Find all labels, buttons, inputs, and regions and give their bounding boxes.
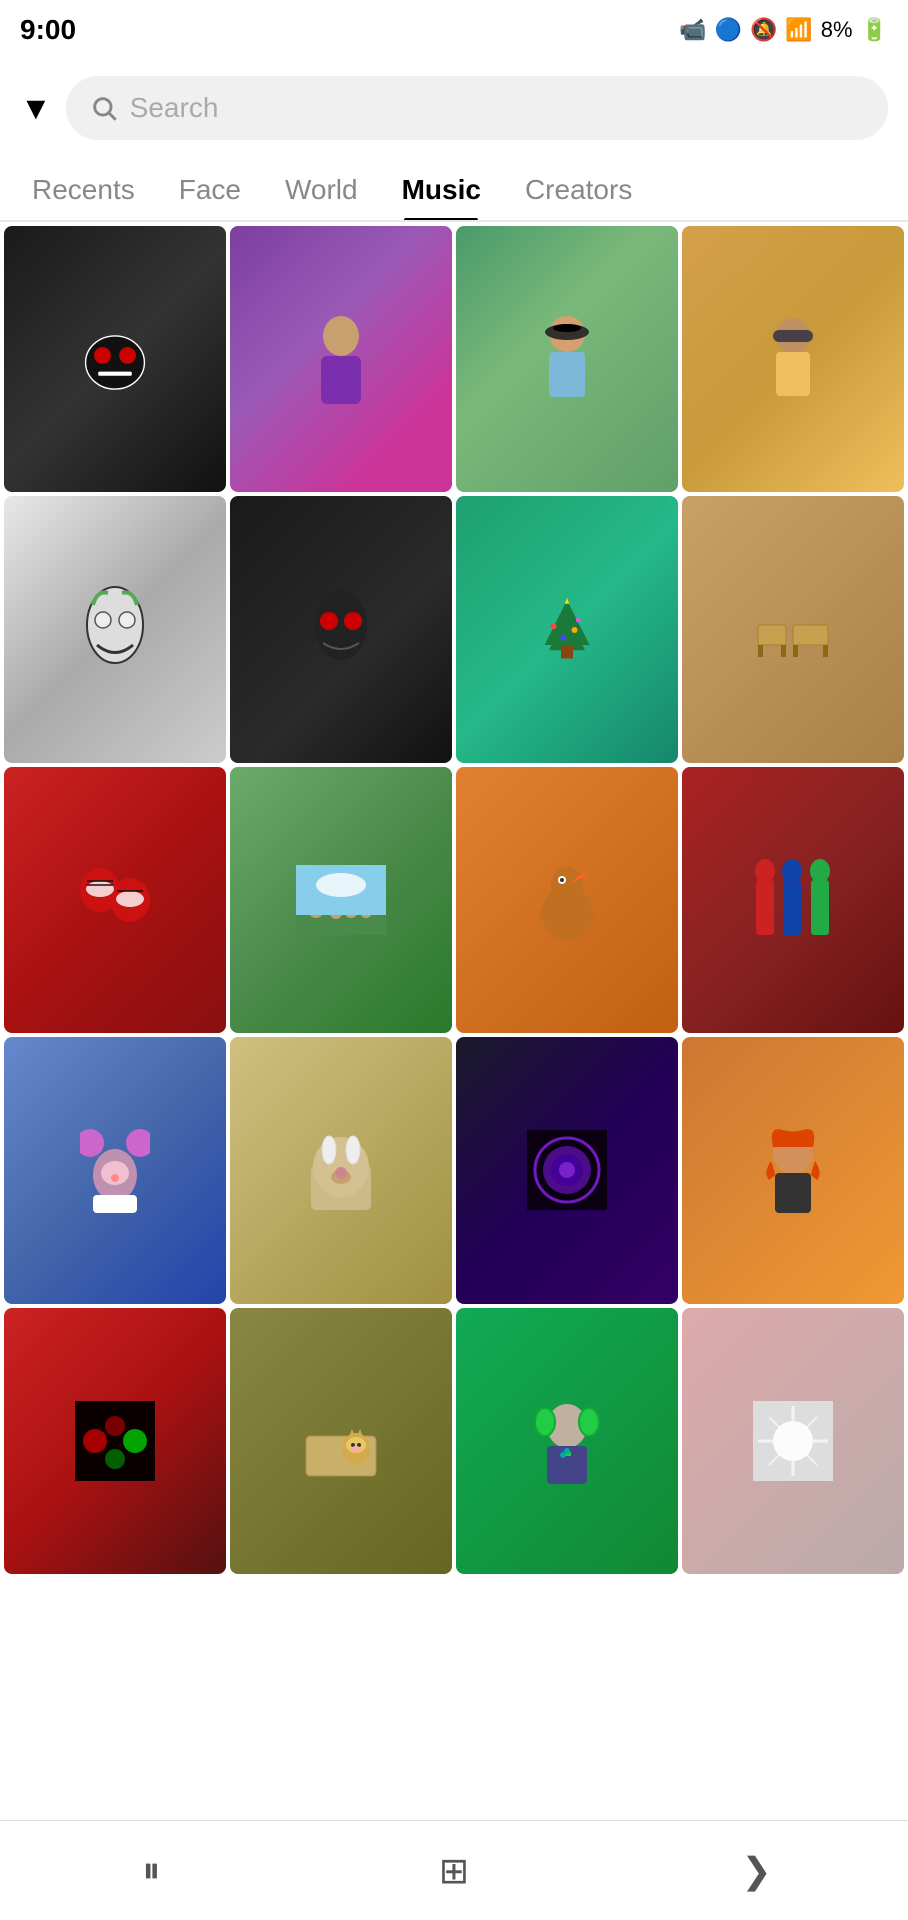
grid-button[interactable]: ⊞ xyxy=(414,1841,494,1901)
grid-item-9[interactable] xyxy=(4,767,226,1033)
sunglasses-icon xyxy=(763,314,823,404)
search-area: ▼ Search xyxy=(0,60,908,156)
battery-indicator: 8% xyxy=(821,17,853,43)
grid-item-5[interactable] xyxy=(4,496,226,762)
wifi-icon: 📶 xyxy=(785,17,812,43)
christmas-tree-icon xyxy=(537,585,597,675)
grid-item-10[interactable] xyxy=(230,767,452,1033)
troll-icon xyxy=(80,324,150,394)
grid-item-7[interactable] xyxy=(456,496,678,762)
tab-creators[interactable]: Creators xyxy=(503,156,654,220)
grid-item-22[interactable] xyxy=(230,1308,452,1574)
bunny-dog-icon xyxy=(306,1125,376,1215)
grid-item-4[interactable] xyxy=(682,226,904,492)
joker-icon xyxy=(83,585,148,675)
tab-music[interactable]: Music xyxy=(380,156,503,220)
grid-item-11[interactable] xyxy=(456,767,678,1033)
search-placeholder: Search xyxy=(130,92,219,124)
spiderman-icon xyxy=(75,855,155,945)
tab-face[interactable]: Face xyxy=(157,156,263,220)
mute-icon: 🔕 xyxy=(750,17,777,43)
mouse-ears-icon xyxy=(80,1125,150,1215)
search-icon xyxy=(90,94,118,122)
furniture-icon xyxy=(753,600,833,660)
superhero-icon xyxy=(751,855,836,945)
cat-furniture-icon xyxy=(301,1401,381,1481)
camera-icon: 📹 xyxy=(679,17,706,43)
grid-item-8[interactable] xyxy=(682,496,904,762)
bottom-nav: ⏸ ⊞ ❯ xyxy=(0,1820,908,1920)
grid-item-21[interactable] xyxy=(4,1308,226,1574)
outdoor-icon xyxy=(537,314,597,404)
category-tabs: Recents Face World Music Creators xyxy=(0,156,908,222)
search-bar-container[interactable]: Search xyxy=(66,76,888,140)
grid-item-3[interactable] xyxy=(456,226,678,492)
light-burst-icon xyxy=(753,1401,833,1481)
pause-button[interactable]: ⏸ xyxy=(111,1841,191,1901)
battery-icon: 🔋 xyxy=(861,17,888,43)
person-icon xyxy=(311,314,371,404)
tab-world[interactable]: World xyxy=(263,156,380,220)
dropdown-arrow[interactable]: ▼ xyxy=(20,90,52,127)
back-icon: ❯ xyxy=(742,1850,772,1892)
grid-item-1[interactable] xyxy=(4,226,226,492)
redhead-icon xyxy=(763,1125,823,1215)
red-neon-icon xyxy=(75,1401,155,1481)
status-bar: 9:00 📹 🔵 🔕 📶 8% 🔋 xyxy=(0,0,908,60)
pause-icon: ⏸ xyxy=(142,1849,160,1892)
gamer-icon xyxy=(535,1396,600,1486)
filter-grid xyxy=(0,222,908,1578)
grid-item-20[interactable] xyxy=(682,1037,904,1303)
grid-item-14[interactable] xyxy=(230,1037,452,1303)
grid-item-6[interactable] xyxy=(230,496,452,762)
bluetooth-icon: 🔵 xyxy=(715,17,742,43)
moon-filter-icon xyxy=(527,1130,607,1210)
status-icons: 📹 🔵 🔕 📶 8% 🔋 xyxy=(679,17,888,43)
horror-icon xyxy=(311,585,371,675)
grid-item-23[interactable] xyxy=(456,1308,678,1574)
status-time: 9:00 xyxy=(20,14,76,46)
grid-item-24[interactable] xyxy=(682,1308,904,1574)
grid-item-12[interactable] xyxy=(682,767,904,1033)
tab-recents[interactable]: Recents xyxy=(10,156,157,220)
animals-icon xyxy=(296,865,386,935)
turkey-icon xyxy=(532,855,602,945)
grid-item-19[interactable] xyxy=(456,1037,678,1303)
grid-icon: ⊞ xyxy=(439,1850,469,1892)
grid-item-13[interactable] xyxy=(4,1037,226,1303)
grid-item-2[interactable] xyxy=(230,226,452,492)
back-button[interactable]: ❯ xyxy=(717,1841,797,1901)
